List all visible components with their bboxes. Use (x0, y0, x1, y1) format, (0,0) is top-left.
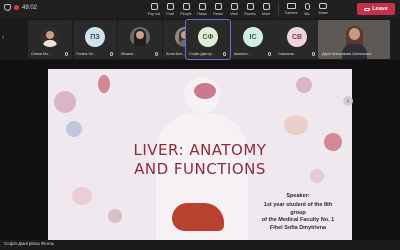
people-icon (182, 3, 190, 10)
participant-tile[interactable]: ІС Іванісен... (231, 20, 275, 59)
cell-illustration (310, 169, 324, 183)
share-icon (319, 3, 327, 9)
cell-illustration (324, 133, 342, 151)
avatar-initials: СФ (198, 27, 218, 47)
chevron-left-icon[interactable]: ‹ (2, 34, 4, 41)
self-view-face (349, 28, 360, 40)
cell-illustration (284, 115, 308, 135)
toolbar-actions: Pop out Chat People Raise React View Roo… (146, 1, 331, 17)
avatar-torso (43, 40, 57, 47)
phone-icon (364, 7, 371, 11)
mic-icon (304, 3, 310, 10)
mic-icon (65, 52, 68, 56)
participant-name: Олена Мо... (31, 52, 51, 56)
cell-illustration (54, 91, 76, 113)
participant-tile[interactable]: Мілана ... (118, 20, 162, 59)
blood-cell-illustration (98, 75, 110, 93)
chevron-right-icon[interactable]: › (343, 96, 353, 106)
speaker-info: 1st year student of the 8th group of the… (261, 202, 335, 231)
chat-button[interactable]: Chat (162, 1, 178, 17)
meeting-timer: 49:02 (4, 4, 37, 11)
avatar-initials: СВ (287, 27, 307, 47)
brain-illustration (194, 83, 216, 99)
view-button[interactable]: View (226, 1, 242, 17)
mic-icon (312, 52, 315, 56)
shared-slide: LIVER: ANATOMY AND FUNCTIONS Speaker: 1s… (48, 69, 352, 240)
participant-name: Смаліков... (278, 52, 297, 56)
participant-tile[interactable]: Олена Мо... (28, 20, 72, 59)
leave-button[interactable]: Leave (357, 3, 395, 15)
avatar (40, 27, 60, 47)
chat-icon (166, 3, 174, 10)
rooms-icon (246, 3, 254, 10)
mic-icon (110, 52, 113, 56)
rooms-button[interactable]: Rooms (242, 1, 258, 17)
toolbar-divider (278, 3, 279, 15)
mic-icon (155, 52, 158, 56)
cell-illustration (66, 121, 82, 137)
camera-button[interactable]: Camera (283, 1, 299, 17)
mic-icon (268, 52, 271, 56)
participant-tile[interactable]: СФ Софія Дмитрі... (185, 19, 231, 60)
avatar-face (136, 31, 144, 39)
pop-out-button[interactable]: Pop out (146, 1, 162, 17)
leave-label: Leave (372, 6, 388, 12)
camera-icon (286, 3, 296, 9)
shield-icon (4, 4, 11, 11)
presenter-name: Софія Дмитрівна Фігель (4, 241, 55, 246)
self-view-name: Дарія Максимова Смілянська (322, 52, 372, 56)
more-button[interactable]: More (258, 1, 274, 17)
speaker-label: Speaker: (286, 193, 310, 199)
cell-illustration (108, 209, 122, 223)
avatar-face (46, 31, 54, 39)
timer-text: 49:02 (22, 4, 38, 11)
liver-illustration (172, 203, 224, 231)
people-button[interactable]: People (178, 1, 194, 17)
recording-icon (14, 5, 19, 10)
react-button[interactable]: React (210, 1, 226, 17)
react-icon (214, 3, 222, 10)
avatar-torso (133, 40, 147, 47)
slide-title: LIVER: ANATOMY AND FUNCTIONS (133, 141, 267, 178)
avatar-initials: ПЗ (85, 27, 105, 47)
participant-tile[interactable]: ПЗ Поліна Ое... (73, 20, 117, 59)
avatar-initials: ІС (243, 27, 263, 47)
cell-illustration (72, 187, 92, 205)
raise-hand-button[interactable]: Raise (194, 1, 210, 17)
share-button[interactable]: Share (315, 1, 331, 17)
participant-name: Поліна Ое... (76, 52, 97, 56)
participant-name: Іванісен... (234, 52, 251, 56)
pop-out-icon (150, 3, 158, 10)
view-icon (230, 3, 238, 10)
participant-name: Софія Дмитрі... (189, 52, 215, 56)
mic-icon (223, 52, 226, 56)
mic-button[interactable]: Mic (299, 1, 315, 17)
meeting-toolbar: 49:02 Pop out Chat People Raise React Vi… (0, 0, 400, 18)
raise-hand-icon (198, 3, 206, 10)
avatar (130, 27, 150, 47)
self-view-tile[interactable]: Дарія Максимова Смілянська (318, 20, 390, 59)
cell-illustration (296, 77, 312, 93)
participant-tile[interactable]: СВ Смаліков... (275, 20, 319, 59)
participant-name: Мілана ... (121, 52, 137, 56)
more-icon (262, 3, 270, 10)
